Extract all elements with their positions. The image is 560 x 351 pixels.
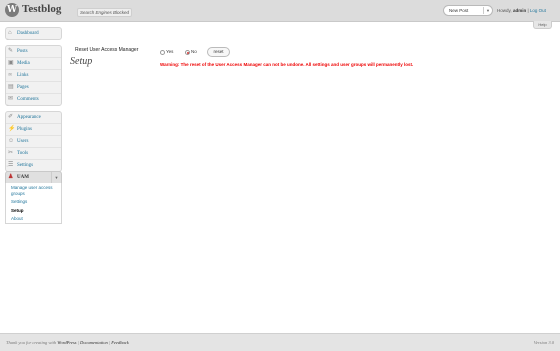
submenu-about[interactable]: About [11, 216, 23, 222]
username-link[interactable]: admin [513, 8, 526, 13]
chevron-down-icon[interactable]: ▼ [486, 6, 490, 15]
dropdown-divider [483, 7, 484, 14]
wordpress-logo-icon[interactable]: W [5, 3, 19, 17]
menu-item-links[interactable]: ∞ Links [6, 70, 61, 82]
site-title[interactable]: Testblog [22, 3, 61, 15]
menu-item-plugins[interactable]: ⚡ Plugins [6, 124, 61, 136]
submenu-manage-groups-line2[interactable]: groups [11, 191, 25, 197]
uam-submenu: Manage user access groups Settings Setup… [5, 183, 62, 224]
radio-no[interactable] [185, 50, 190, 55]
separator: | [108, 340, 111, 345]
menu-item-settings[interactable]: ☰ Settings [6, 160, 61, 171]
new-post-label: New Post [449, 8, 469, 13]
menu-label: Plugins [17, 127, 33, 132]
separator: | [77, 340, 79, 345]
menu-item-comments[interactable]: ✉ Comments [6, 94, 61, 105]
comment-icon: ✉ [8, 96, 14, 102]
menu-label: Appearance [17, 115, 41, 120]
menu-item-posts[interactable]: ✎ Posts [6, 46, 61, 58]
feedback-link[interactable]: Feedback [111, 340, 129, 345]
chevron-down-icon[interactable]: ▼ [51, 172, 61, 183]
menu-label: Settings [17, 163, 34, 168]
submenu-setup[interactable]: Setup [11, 208, 24, 214]
menu-label: Posts [17, 49, 28, 54]
radio-no-label[interactable]: No [191, 49, 197, 54]
page-title: Setup [70, 56, 93, 67]
submenu-settings[interactable]: Settings [11, 199, 27, 205]
menu-item-pages[interactable]: ▤ Pages [6, 82, 61, 94]
media-icon: ▣ [8, 60, 14, 66]
separator: | [527, 8, 529, 13]
menu-label: Pages [17, 85, 29, 90]
users-icon: ☺ [8, 138, 15, 144]
logout-link[interactable]: Log Out [530, 8, 546, 13]
menu-label: Users [17, 139, 29, 144]
menu-item-users[interactable]: ☺ Users [6, 136, 61, 148]
version-text: Version 3.0 [533, 340, 554, 345]
help-tab[interactable]: Help [533, 21, 552, 29]
reset-field-label: Reset User Access Manager [75, 47, 139, 53]
menu-label: UAM [17, 175, 29, 180]
footer-credits: Thank you for creating with WordPress | … [6, 340, 129, 345]
menu-item-dashboard[interactable]: ⌂ Dashboard [6, 28, 61, 39]
tools-icon: ✂ [8, 150, 14, 156]
warning-message: Warning: The reset of the User Access Ma… [160, 62, 414, 67]
brush-icon: ✐ [8, 114, 14, 120]
menu-separator: ◦ [6, 164, 9, 170]
howdy-prefix: Howdy, [497, 8, 512, 13]
wordpress-link[interactable]: WordPress [57, 340, 76, 345]
pin-icon: ✎ [8, 48, 14, 54]
uam-user-icon: ♟ [8, 174, 14, 180]
visit-site-badge[interactable]: Search Engines Blocked [77, 8, 133, 17]
menu-separator: ◦ [6, 103, 9, 109]
radio-yes[interactable] [160, 50, 165, 55]
menu-group-dashboard: ⌂ Dashboard [5, 27, 62, 40]
menu-item-tools[interactable]: ✂ Tools [6, 148, 61, 160]
dashboard-icon: ⌂ [8, 30, 12, 36]
menu-group-content: ✎ Posts ▣ Media ∞ Links ▤ Pages ✉ Commen… [5, 45, 62, 106]
reset-button[interactable]: reset [207, 47, 230, 57]
radio-yes-label[interactable]: Yes [166, 49, 173, 54]
menu-label: Links [17, 73, 29, 78]
user-greeting: Howdy, admin | Log Out [497, 8, 546, 13]
plug-icon: ⚡ [8, 126, 16, 132]
documentation-link[interactable]: Documentation [80, 340, 108, 345]
menu-label: Media [17, 61, 30, 66]
admin-footer: Thank you for creating with WordPress | … [0, 333, 560, 351]
pages-icon: ▤ [8, 84, 14, 90]
link-icon: ∞ [8, 72, 13, 78]
menu-label: Comments [17, 97, 39, 102]
footer-thanks: Thank you for creating with [6, 340, 57, 345]
menu-item-media[interactable]: ▣ Media [6, 58, 61, 70]
menu-label: Tools [17, 151, 29, 156]
menu-group-admin: ✐ Appearance ⚡ Plugins ☺ Users ✂ Tools ☰… [5, 111, 62, 172]
new-post-dropdown[interactable]: New Post ▼ [443, 5, 493, 16]
menu-item-appearance[interactable]: ✐ Appearance [6, 112, 61, 124]
menu-separator: ◦ [6, 37, 9, 43]
admin-header: W Testblog Search Engines Blocked New Po… [0, 0, 560, 22]
menu-label: Dashboard [17, 31, 39, 36]
